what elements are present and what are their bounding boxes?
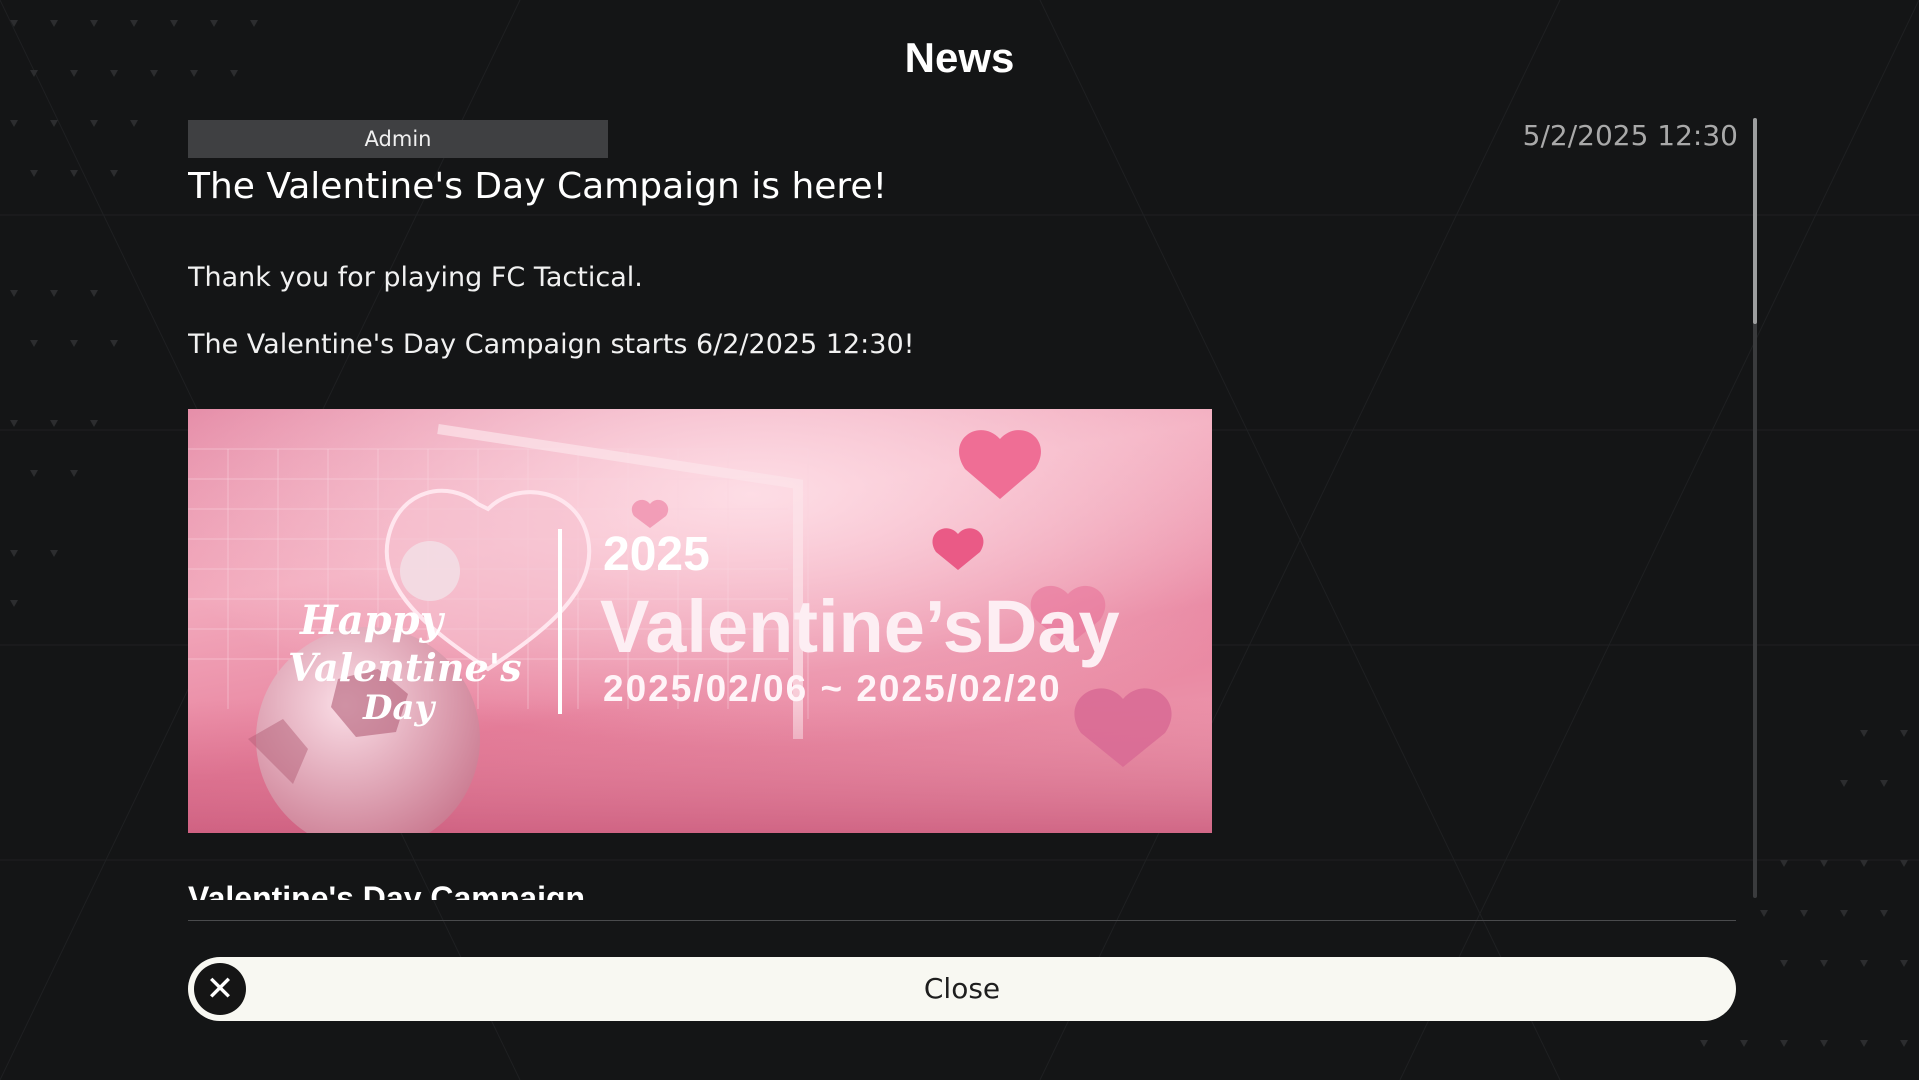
post-paragraph: The Valentine's Day Campaign starts 6/2/… (188, 329, 915, 360)
close-label: Close (923, 972, 1001, 1005)
news-content[interactable]: Admin 5/2/2025 12:30 The Valentine's Day… (188, 118, 1738, 900)
banner-year: 2025 (603, 528, 710, 581)
banner-script-valentines: Valentine's (288, 645, 522, 690)
campaign-banner: Happy Valentine's Day 2025 Valentine’sDa… (188, 409, 1212, 833)
page-title: News (904, 34, 1015, 81)
scrollbar[interactable] (1753, 118, 1757, 898)
post-title: The Valentine's Day Campaign is here! (188, 166, 888, 207)
post-paragraph: Thank you for playing FC Tactical. (188, 262, 643, 293)
banner-dates: 2025/02/06 ~ 2025/02/20 (603, 668, 1062, 709)
banner-title: Valentine’sDay (600, 585, 1120, 668)
close-icon: ✕ (194, 963, 246, 1015)
scrollbar-thumb[interactable] (1753, 118, 1757, 324)
section-heading: Valentine's Day Campaign (188, 880, 586, 900)
divider (188, 920, 1736, 921)
post-date: 5/2/2025 12:30 (1522, 119, 1738, 152)
author-tag: Admin (188, 120, 608, 158)
banner-script-happy: Happy (299, 597, 446, 644)
close-button[interactable]: Close ✕ (188, 957, 1736, 1021)
banner-script-day: Day (362, 688, 437, 728)
